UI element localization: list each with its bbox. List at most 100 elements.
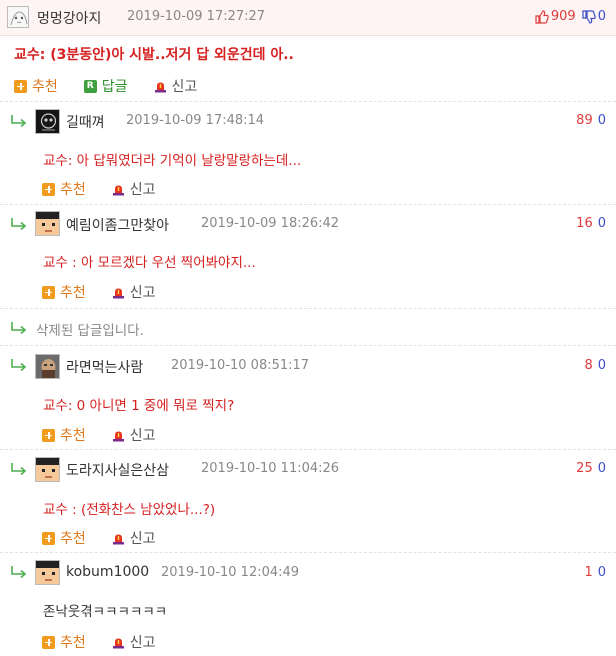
avatar-pixel-face-icon bbox=[36, 561, 59, 584]
reply-text: 교수 : 아 모르겠다 우선 찍어봐야지... bbox=[43, 255, 256, 271]
siren-icon bbox=[112, 534, 124, 544]
reply-score: 80 bbox=[584, 358, 606, 373]
reply-arrow-icon bbox=[11, 566, 27, 579]
report-label: 신고 bbox=[129, 182, 156, 198]
reply-button[interactable]: R 답글 bbox=[83, 76, 128, 96]
reply-actions: 추천 신고 bbox=[42, 179, 182, 199]
report-button[interactable]: 신고 bbox=[112, 179, 156, 199]
reply-actions: 추천 신고 bbox=[42, 632, 182, 652]
report-label: 신고 bbox=[129, 635, 156, 651]
recommend-label: 추천 bbox=[60, 285, 86, 301]
recommend-button[interactable]: 추천 bbox=[14, 76, 58, 96]
downvote-count: 0 bbox=[597, 216, 606, 231]
post-date: 2019-10-09 17:27:27 bbox=[127, 9, 266, 24]
avatar-drawing-icon bbox=[8, 7, 28, 27]
recommend-label: 추천 bbox=[60, 428, 86, 444]
recommend-button[interactable]: 추천 bbox=[42, 179, 86, 199]
report-label: 신고 bbox=[171, 79, 198, 95]
reply-arrow-icon bbox=[11, 115, 27, 128]
recommend-button[interactable]: 추천 bbox=[42, 425, 86, 445]
reply-score: 16 0 bbox=[576, 216, 606, 231]
report-button[interactable]: 신고 bbox=[112, 425, 156, 445]
upvote-count: 1 bbox=[584, 565, 593, 580]
avatar[interactable] bbox=[35, 211, 60, 236]
report-label: 신고 bbox=[129, 428, 156, 444]
reply-date: 2019-10-10 11:04:26 bbox=[201, 461, 340, 476]
siren-icon bbox=[112, 185, 124, 195]
avatar-pixel-face-icon bbox=[36, 458, 59, 481]
upvote-count: 8 bbox=[584, 358, 593, 373]
plus-icon bbox=[42, 635, 55, 649]
avatar[interactable] bbox=[7, 6, 29, 28]
reply-item: 라면먹는사람 2019-10-10 08:51:17 80 교수: 0 아니면 … bbox=[0, 346, 616, 450]
recommend-label: 추천 bbox=[60, 182, 86, 198]
recommend-button[interactable]: 추천 bbox=[42, 632, 86, 652]
recommend-label: 추천 bbox=[60, 635, 86, 651]
reply-text: 교수: 아 답뭐였더라 기억이 날랑말랑하는데... bbox=[43, 153, 302, 169]
report-button[interactable]: 신고 bbox=[112, 632, 156, 652]
reply-score: 25 0 bbox=[576, 461, 606, 476]
nickname[interactable]: 길때껴 bbox=[66, 112, 105, 132]
reply-arrow-icon bbox=[11, 359, 27, 372]
avatar-pixel-face-icon bbox=[36, 212, 59, 235]
thumbs-up-icon[interactable] bbox=[535, 9, 549, 24]
reply-item: 길때껴 2019-10-09 17:48:14 89 0 교수: 아 답뭐였더라 … bbox=[0, 102, 616, 205]
reply-item: 도라지사실은산삼 2019-10-10 11:04:26 25 0 교수 : (전… bbox=[0, 450, 616, 553]
nickname[interactable]: 도라지사실은산삼 bbox=[66, 460, 169, 480]
recommend-button[interactable]: 추천 bbox=[42, 528, 86, 548]
reply-date: 2019-10-09 17:48:14 bbox=[126, 113, 265, 128]
reply-date: 2019-10-09 18:26:42 bbox=[201, 216, 340, 231]
top-comment-header: 멍멍강아지 2019-10-09 17:27:27 909 0 bbox=[0, 0, 616, 36]
nickname[interactable]: 멍멍강아지 bbox=[37, 8, 101, 28]
plus-icon bbox=[14, 79, 27, 93]
reply-actions: 추천 신고 bbox=[42, 425, 182, 445]
downvote-count: 0 bbox=[597, 9, 606, 24]
reply-score: 89 0 bbox=[576, 113, 606, 128]
report-label: 신고 bbox=[129, 285, 156, 301]
reply-text: 교수 : (전화찬스 남았었나...?) bbox=[43, 502, 216, 518]
reply-arrow-icon bbox=[11, 218, 27, 231]
downvote-count: 0 bbox=[597, 461, 606, 476]
reply-actions: 추천 신고 bbox=[42, 282, 182, 302]
report-button[interactable]: 신고 bbox=[112, 282, 156, 302]
recommend-button[interactable]: 추천 bbox=[42, 282, 86, 302]
nickname[interactable]: kobum1000 bbox=[66, 564, 149, 580]
siren-icon bbox=[154, 82, 166, 92]
upvote-count: 909 bbox=[550, 9, 576, 24]
plus-icon bbox=[42, 182, 55, 196]
report-button[interactable]: 신고 bbox=[112, 528, 156, 548]
upvote-count: 16 bbox=[576, 216, 593, 231]
avatar[interactable] bbox=[35, 354, 60, 379]
reply-arrow-icon bbox=[11, 322, 27, 335]
deleted-reply: 삭제된 답글입니다. bbox=[0, 309, 616, 346]
reply-score: 10 bbox=[584, 565, 606, 580]
siren-icon bbox=[112, 638, 124, 648]
upvote-count: 89 bbox=[576, 113, 593, 128]
avatar-photo-icon bbox=[36, 355, 59, 378]
reply-item: kobum1000 2019-10-10 12:04:49 10 존낙웃겪ㅋㅋㅋ… bbox=[0, 553, 616, 656]
plus-icon bbox=[42, 285, 55, 299]
thumbs-down-icon[interactable] bbox=[582, 9, 596, 24]
reply-arrow-icon bbox=[11, 463, 27, 476]
comment-text: 교수: (3분동안)아 시발..저거 답 외운건데 아.. bbox=[14, 47, 294, 63]
avatar[interactable] bbox=[35, 109, 60, 134]
reply-date: 2019-10-10 12:04:49 bbox=[161, 565, 300, 580]
reply-item: 예림이좀그만찾아 2019-10-09 18:26:42 16 0 교수 : 아 … bbox=[0, 205, 616, 309]
reply-text: 교수: 0 아니면 1 중에 뭐로 찍지? bbox=[43, 398, 235, 414]
comment-actions: 추천 R 답글 신고 bbox=[14, 76, 223, 96]
reply-actions: 추천 신고 bbox=[42, 528, 182, 548]
deleted-reply-text: 삭제된 답글입니다. bbox=[36, 323, 144, 339]
avatar[interactable] bbox=[35, 457, 60, 482]
downvote-count: 0 bbox=[597, 358, 606, 373]
nickname[interactable]: 예림이좀그만찾아 bbox=[66, 215, 169, 235]
nickname[interactable]: 라면먹는사람 bbox=[66, 357, 143, 377]
report-button[interactable]: 신고 bbox=[154, 76, 198, 96]
vote-box: 909 0 bbox=[535, 9, 606, 24]
recommend-label: 추천 bbox=[32, 79, 58, 95]
reply-label: 답글 bbox=[101, 79, 128, 95]
reply-text: 존낙웃겪ㅋㅋㅋㅋㅋㅋ bbox=[43, 604, 168, 620]
avatar[interactable] bbox=[35, 560, 60, 585]
reply-date: 2019-10-10 08:51:17 bbox=[171, 358, 310, 373]
siren-icon bbox=[112, 431, 124, 441]
report-label: 신고 bbox=[129, 531, 156, 547]
